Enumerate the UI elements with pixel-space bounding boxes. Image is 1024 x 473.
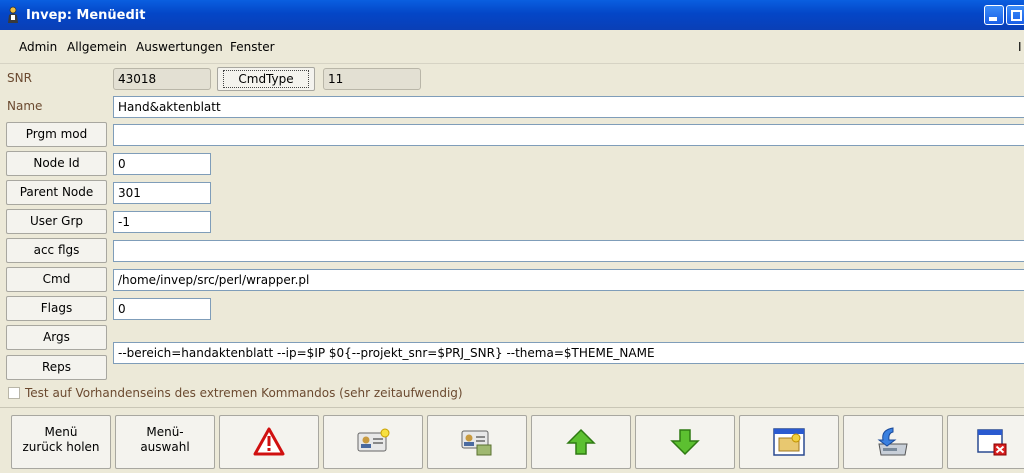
parent-node-input[interactable]: 301 [113, 182, 211, 204]
menu-fenster[interactable]: Fenster [230, 40, 275, 54]
new-card-button[interactable] [323, 415, 423, 469]
user-grp-button[interactable]: User Grp [6, 209, 107, 234]
prgm-mod-input[interactable] [113, 124, 1024, 146]
menu-select-button[interactable]: Menü- auswahl [115, 415, 215, 469]
acc-flgs-input[interactable] [113, 240, 1024, 262]
args-button[interactable]: Args [6, 325, 107, 350]
snr-label: SNR [7, 71, 32, 85]
reps-button[interactable]: Reps [6, 355, 107, 380]
warning-icon [253, 427, 285, 456]
window-title: Invep: Menüedit [26, 8, 146, 23]
maximize-button[interactable] [1006, 5, 1024, 25]
cmdtype-label: CmdType [223, 70, 309, 88]
card-open-button[interactable] [427, 415, 527, 469]
menu-help-cutoff[interactable]: I [1018, 40, 1022, 54]
menu-admin[interactable]: Admin [19, 40, 57, 54]
move-up-button[interactable] [531, 415, 631, 469]
close-window-button[interactable] [947, 415, 1024, 469]
cmd-button[interactable]: Cmd [6, 267, 107, 292]
minimize-button[interactable] [984, 5, 1004, 25]
save-drive-button[interactable] [843, 415, 943, 469]
name-input[interactable]: Hand&aktenblatt [113, 96, 1024, 118]
name-label: Name [7, 99, 43, 113]
acc-flgs-button[interactable]: acc flgs [6, 238, 107, 263]
user-grp-input[interactable]: -1 [113, 211, 211, 233]
menu-back-button[interactable]: Menü zurück holen [11, 415, 111, 469]
menu-auswertungen[interactable]: Auswertungen [136, 40, 223, 54]
toolbar-separator [0, 407, 1024, 408]
warning-button[interactable] [219, 415, 319, 469]
app-person-icon [8, 6, 18, 23]
flags-button[interactable]: Flags [6, 296, 107, 321]
menu-bar: Admin Allgemein Auswertungen Fenster I [0, 30, 1024, 64]
arrow-down-icon [670, 429, 700, 456]
args-input[interactable]: --bereich=handaktenblatt --ip=$IP $0{--p… [113, 342, 1024, 364]
flags-input[interactable]: 0 [113, 298, 211, 320]
new-card-icon [357, 428, 390, 452]
close-window-icon [977, 429, 1007, 456]
cmdtype-field: 11 [323, 68, 421, 90]
snr-field: 43018 [113, 68, 211, 90]
window-image-button[interactable] [739, 415, 839, 469]
save-drive-icon [877, 427, 908, 456]
menu-allgemein[interactable]: Allgemein [67, 40, 127, 54]
node-id-input[interactable]: 0 [113, 153, 211, 175]
card-open-icon [461, 430, 492, 456]
menu-back-label: Menü zurück holen [22, 425, 100, 454]
arrow-up-icon [566, 428, 596, 455]
external-command-checkbox[interactable] [8, 387, 20, 399]
menu-select-label: Menü- auswahl [140, 425, 190, 454]
parent-node-button[interactable]: Parent Node [6, 180, 107, 205]
window-image-icon [773, 428, 805, 456]
cmd-input[interactable]: /home/invep/src/perl/wrapper.pl [113, 269, 1024, 291]
external-command-check-label: Test auf Vorhandenseins des extremen Kom… [25, 386, 463, 400]
node-id-button[interactable]: Node Id [6, 151, 107, 176]
title-bar: Invep: Menüedit [0, 0, 1024, 30]
prgm-mod-button[interactable]: Prgm mod [6, 122, 107, 147]
cmdtype-button[interactable]: CmdType [217, 67, 315, 91]
move-down-button[interactable] [635, 415, 735, 469]
